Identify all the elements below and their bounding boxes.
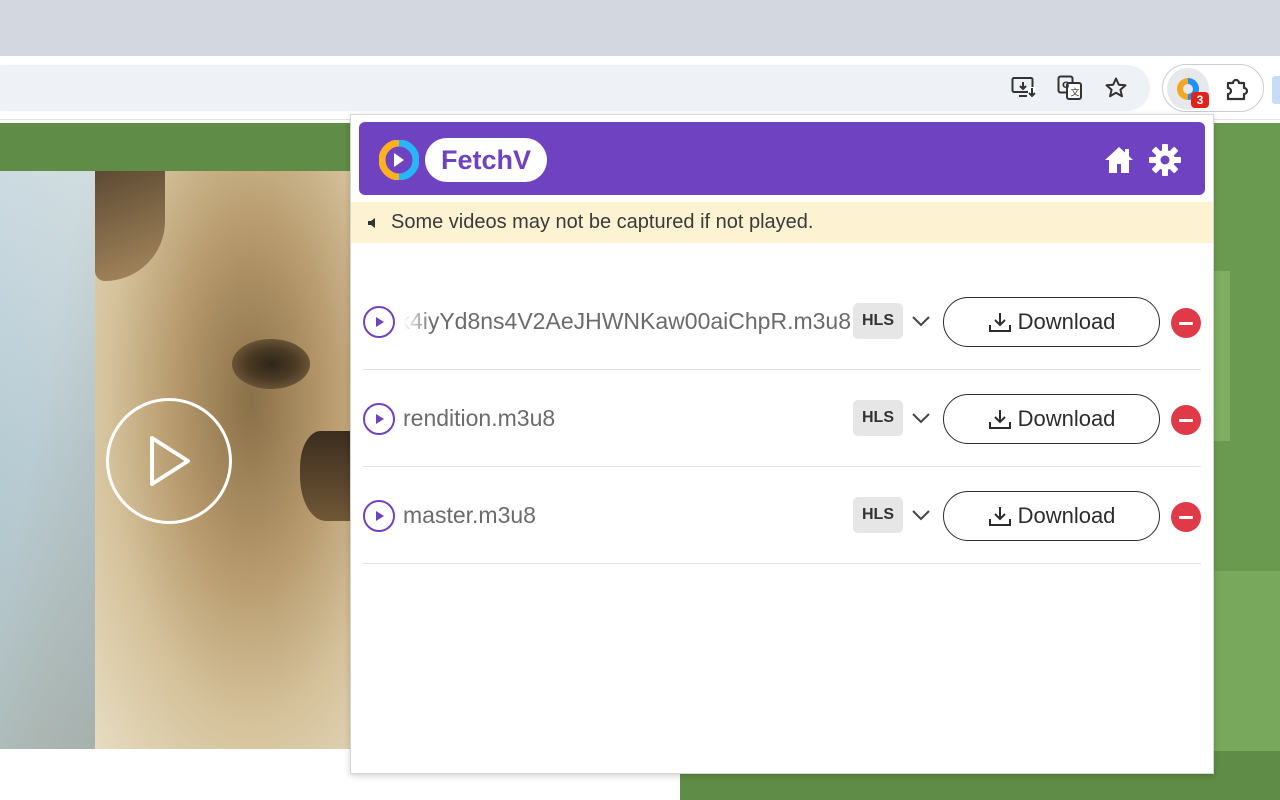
preview-play-button[interactable]: [363, 306, 395, 338]
page-tile: [1212, 571, 1280, 751]
capture-notice: Some videos may not be captured if not p…: [351, 202, 1213, 243]
brand-name: FetchV: [425, 138, 548, 182]
page-tile: [1212, 271, 1230, 441]
minus-icon: [1179, 515, 1193, 519]
home-icon[interactable]: [1101, 142, 1137, 178]
download-icon: [988, 410, 1011, 429]
video-frame-detail: [232, 339, 310, 389]
video-filename: master.m3u8: [403, 502, 536, 528]
bookmark-star-icon[interactable]: [1102, 74, 1130, 102]
remove-button[interactable]: [1171, 405, 1201, 435]
remove-button[interactable]: [1171, 502, 1201, 532]
popup-header: FetchV: [359, 122, 1205, 195]
play-icon: [150, 436, 190, 486]
chevron-down-icon[interactable]: [907, 404, 935, 432]
translate-icon[interactable]: G文: [1056, 74, 1084, 102]
browser-tab-strip: [0, 0, 1280, 56]
video-item: k4iyYd8ns4V2AeJHWNKaw00aiChpR.m3u8 HLS D…: [363, 273, 1201, 370]
install-app-icon[interactable]: [1010, 74, 1038, 102]
video-frame-detail: [300, 431, 352, 521]
svg-text:G: G: [1062, 81, 1069, 91]
video-play-button[interactable]: [106, 398, 232, 524]
download-label: Download: [1017, 309, 1116, 334]
video-filename: k4iyYd8ns4V2AeJHWNKaw00aiChpR.m3u8: [403, 308, 851, 334]
download-label: Download: [1017, 503, 1116, 528]
address-bar[interactable]: [0, 65, 1150, 111]
svg-text:文: 文: [1071, 87, 1080, 99]
fetchv-popup: FetchV Some videos may not be captured i…: [350, 114, 1214, 774]
toolbar-edge: [1272, 76, 1280, 104]
chevron-down-icon[interactable]: [907, 501, 935, 529]
format-badge: HLS: [853, 400, 903, 436]
download-label: Download: [1017, 406, 1116, 431]
video-item: master.m3u8 HLS Download: [363, 467, 1201, 564]
remove-button[interactable]: [1171, 308, 1201, 338]
format-badge: HLS: [853, 497, 903, 533]
play-icon: [376, 317, 384, 327]
download-button[interactable]: Download: [943, 297, 1160, 347]
minus-icon: [1179, 321, 1193, 325]
extensions-area: 3: [1162, 64, 1264, 112]
format-badge: HLS: [853, 303, 903, 339]
extension-badge-count: 3: [1191, 92, 1209, 108]
minus-icon: [1179, 418, 1193, 422]
fetchv-logo-icon: [379, 140, 419, 180]
video-filename: rendition.m3u8: [403, 405, 556, 431]
video-player[interactable]: [0, 171, 352, 749]
video-list: k4iyYd8ns4V2AeJHWNKaw00aiChpR.m3u8 HLS D…: [363, 273, 1201, 564]
gear-icon[interactable]: [1147, 142, 1183, 178]
download-icon: [988, 507, 1011, 526]
play-icon: [376, 414, 384, 424]
play-icon: [376, 511, 384, 521]
download-button[interactable]: Download: [943, 491, 1160, 541]
speaker-icon: [367, 216, 381, 230]
chevron-down-icon[interactable]: [907, 307, 935, 335]
notice-text: Some videos may not be captured if not p…: [391, 211, 814, 233]
download-icon: [988, 313, 1011, 332]
video-item: rendition.m3u8 HLS Download: [363, 370, 1201, 467]
fetchv-extension-button[interactable]: 3: [1167, 68, 1209, 110]
puzzle-icon[interactable]: [1221, 74, 1251, 104]
download-button[interactable]: Download: [943, 394, 1160, 444]
browser-toolbar: G文 3: [0, 56, 1280, 120]
preview-play-button[interactable]: [363, 500, 395, 532]
preview-play-button[interactable]: [363, 403, 395, 435]
